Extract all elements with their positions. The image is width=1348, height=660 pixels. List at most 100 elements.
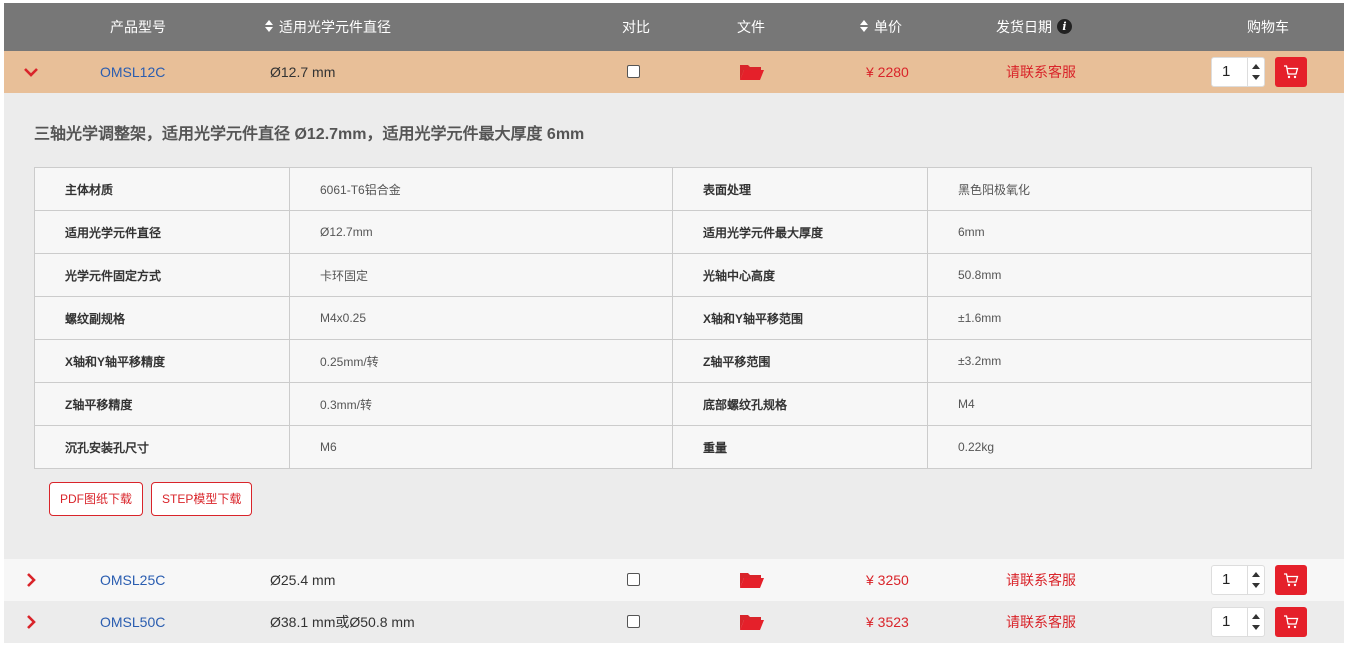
spec-key: Z轴平移范围 — [703, 354, 771, 369]
spec-value-cell: 0.3mm/转 — [289, 382, 673, 426]
add-to-cart-button[interactable] — [1275, 565, 1307, 595]
compare-checkbox[interactable] — [627, 65, 640, 78]
spec-value: 50.8mm — [958, 268, 1002, 282]
spec-key: Z轴平移精度 — [65, 397, 133, 412]
spec-value: ±3.2mm — [958, 354, 1002, 368]
spec-value: M4x0.25 — [320, 311, 367, 325]
spec-key-cell: 光学元件固定方式 — [34, 253, 290, 297]
spec-key: X轴和Y轴平移精度 — [65, 354, 166, 369]
pdf-download-button[interactable]: PDF图纸下载 — [49, 482, 144, 516]
spec-value: 黑色阳极氧化 — [958, 182, 1031, 197]
spec-value-cell: 卡环固定 — [289, 253, 673, 297]
spec-key-cell: 主体材质 — [34, 167, 290, 211]
spec-row: Z轴平移精度 0.3mm/转 底部螺纹孔规格 M4 — [34, 382, 1312, 426]
add-to-cart-button[interactable] — [1275, 607, 1307, 637]
header-model: 产品型号 — [110, 19, 166, 35]
spec-key: 沉孔安装孔尺寸 — [65, 440, 150, 455]
spec-value-cell: M6 — [289, 425, 673, 469]
spec-key-cell: 底部螺纹孔规格 — [672, 382, 928, 426]
detail-title: 三轴光学调整架，适用光学元件直径 Ø12.7mm，适用光学元件最大厚度 6mm — [34, 126, 585, 143]
compare-checkbox[interactable] — [627, 573, 640, 586]
spec-value-cell: 0.25mm/转 — [289, 339, 673, 383]
header-price-label: 单价 — [874, 19, 902, 35]
spec-key: 重量 — [703, 440, 728, 455]
quantity-stepper[interactable]: 1 — [1211, 607, 1265, 637]
header-ship-label: 发货日期 — [996, 19, 1052, 35]
diameter-value: Ø12.7 mm — [270, 64, 336, 80]
spec-key: 螺纹副规格 — [65, 311, 126, 326]
quantity-stepper[interactable]: 1 — [1211, 565, 1265, 595]
spec-key-cell: X轴和Y轴平移范围 — [672, 296, 928, 340]
spec-value-cell: ±1.6mm — [927, 296, 1312, 340]
diameter-value: Ø25.4 mm — [270, 572, 336, 588]
spec-row: 螺纹副规格 M4x0.25 X轴和Y轴平移范围 ±1.6mm — [34, 296, 1312, 340]
table-row[interactable]: OMSL50C Ø38.1 mm或Ø50.8 mm ¥ 3523 请联系客服 1 — [4, 601, 1344, 643]
header-diameter-sort[interactable]: 适用光学元件直径 — [265, 3, 391, 51]
spec-value: 6061-T6铝合金 — [320, 182, 401, 197]
header-ship-date: 发货日期 i — [996, 3, 1072, 51]
spec-key-cell: 表面处理 — [672, 167, 928, 211]
model-link[interactable]: OMSL25C — [100, 559, 165, 601]
price-value: ¥ 2280 — [866, 64, 909, 80]
table-header: 产品型号 适用光学元件直径 对比 文件 单价 发货日期 i 购物车 — [4, 3, 1344, 51]
quantity-value[interactable]: 1 — [1222, 608, 1230, 636]
spec-value-cell: 黑色阳极氧化 — [927, 167, 1312, 211]
spec-value-cell: 0.22kg — [927, 425, 1312, 469]
quantity-stepper[interactable]: 1 — [1211, 57, 1265, 87]
stepper-arrows[interactable] — [1247, 608, 1264, 636]
spec-value: 0.3mm/转 — [320, 397, 373, 412]
step-download-button[interactable]: STEP模型下载 — [151, 482, 253, 516]
spec-key-cell: 适用光学元件直径 — [34, 210, 290, 254]
header-cart: 购物车 — [1247, 19, 1289, 35]
folder-icon[interactable] — [739, 63, 765, 81]
spec-table: 主体材质 6061-T6铝合金 表面处理 黑色阳极氧化 适用光学元件直径 Ø12.7mm 适… — [34, 167, 1312, 469]
ship-date-value[interactable]: 请联系客服 — [1006, 51, 1076, 93]
spec-row: 适用光学元件直径 Ø12.7mm 适用光学元件最大厚度 6mm — [34, 210, 1312, 254]
spec-value-cell: 50.8mm — [927, 253, 1312, 297]
ship-date-value[interactable]: 请联系客服 — [1006, 601, 1076, 643]
spec-value: 0.25mm/转 — [320, 354, 379, 369]
folder-icon[interactable] — [739, 571, 765, 589]
quantity-value[interactable]: 1 — [1222, 566, 1230, 594]
stepper-arrows[interactable] — [1247, 58, 1264, 86]
spec-key: 底部螺纹孔规格 — [703, 397, 788, 412]
price-value: ¥ 3250 — [866, 572, 909, 588]
chevron-right-icon[interactable] — [22, 571, 40, 589]
chevron-right-icon[interactable] — [22, 613, 40, 631]
spec-value-cell: Ø12.7mm — [289, 210, 673, 254]
compare-checkbox[interactable] — [627, 615, 640, 628]
header-price-sort[interactable]: 单价 — [860, 3, 902, 51]
chevron-down-icon[interactable] — [22, 63, 40, 81]
ship-date-value[interactable]: 请联系客服 — [1006, 559, 1076, 601]
spec-row: 光学元件固定方式 卡环固定 光轴中心高度 50.8mm — [34, 253, 1312, 297]
spec-value-cell: 6mm — [927, 210, 1312, 254]
model-link[interactable]: OMSL50C — [100, 601, 165, 643]
product-table: 产品型号 适用光学元件直径 对比 文件 单价 发货日期 i 购物车 OMSL12C… — [4, 3, 1344, 643]
spec-key-cell: Z轴平移精度 — [34, 382, 290, 426]
quantity-value[interactable]: 1 — [1222, 58, 1230, 86]
spec-value: 0.22kg — [958, 440, 995, 454]
spec-key-cell: 适用光学元件最大厚度 — [672, 210, 928, 254]
spec-key: 主体材质 — [65, 182, 114, 197]
spec-key-cell: 光轴中心高度 — [672, 253, 928, 297]
spec-key-cell: 重量 — [672, 425, 928, 469]
spec-key-cell: 螺纹副规格 — [34, 296, 290, 340]
header-file: 文件 — [737, 19, 765, 35]
spec-value: ±1.6mm — [958, 311, 1002, 325]
table-row[interactable]: OMSL25C Ø25.4 mm ¥ 3250 请联系客服 1 — [4, 559, 1344, 601]
table-row[interactable]: OMSL12C Ø12.7 mm ¥ 2280 请联系客服 1 — [4, 51, 1344, 93]
spec-key: 适用光学元件最大厚度 — [703, 225, 824, 240]
model-link[interactable]: OMSL12C — [100, 51, 165, 93]
spec-row: 主体材质 6061-T6铝合金 表面处理 黑色阳极氧化 — [34, 167, 1312, 211]
cart-icon — [1284, 65, 1299, 79]
folder-icon[interactable] — [739, 613, 765, 631]
spec-row: 沉孔安装孔尺寸 M6 重量 0.22kg — [34, 425, 1312, 469]
stepper-arrows[interactable] — [1247, 566, 1264, 594]
price-value: ¥ 3523 — [866, 614, 909, 630]
spec-value: 卡环固定 — [320, 268, 369, 283]
add-to-cart-button[interactable] — [1275, 57, 1307, 87]
info-icon[interactable]: i — [1057, 18, 1072, 34]
spec-row: X轴和Y轴平移精度 0.25mm/转 Z轴平移范围 ±3.2mm — [34, 339, 1312, 383]
diameter-value: Ø38.1 mm或Ø50.8 mm — [270, 614, 415, 630]
spec-value: M6 — [320, 440, 337, 454]
